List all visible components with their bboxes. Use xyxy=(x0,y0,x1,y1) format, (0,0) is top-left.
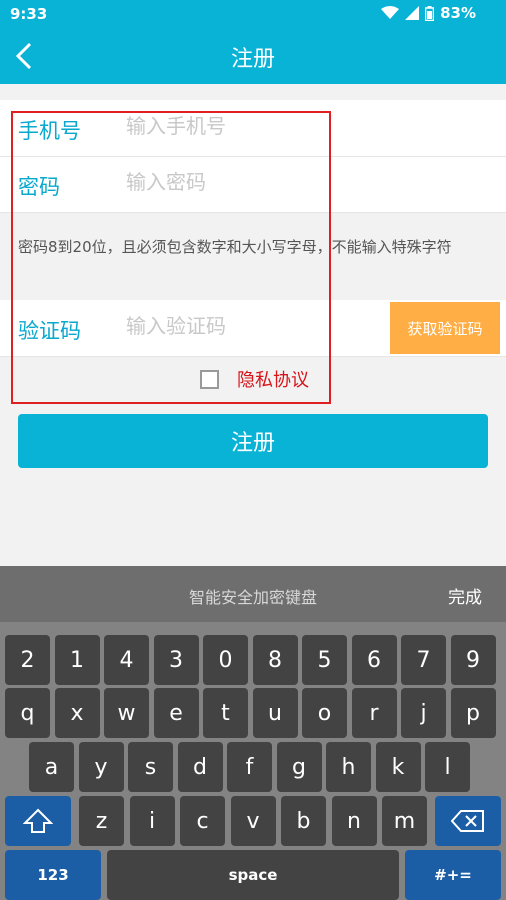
register-button[interactable]: 注册 xyxy=(18,414,488,468)
cell-signal-icon xyxy=(405,6,420,20)
key-m[interactable]: m xyxy=(382,796,427,846)
key-c[interactable]: c xyxy=(180,796,225,846)
key-0[interactable]: 0 xyxy=(203,635,248,685)
mode-123-key[interactable]: 123 xyxy=(5,850,101,900)
key-v[interactable]: v xyxy=(230,796,276,846)
key-k[interactable]: k xyxy=(375,742,421,792)
keyboard-done-button[interactable]: 完成 xyxy=(448,583,482,608)
backspace-key[interactable] xyxy=(435,796,501,846)
password-hint: 密码8到20位，且必须包含数字和大小写字母，不能输入特殊字符 xyxy=(18,238,452,256)
key-9[interactable]: 9 xyxy=(450,635,496,685)
key-d[interactable]: d xyxy=(177,742,223,792)
key-q[interactable]: q xyxy=(5,688,50,738)
phone-input[interactable] xyxy=(126,114,486,138)
key-w[interactable]: w xyxy=(104,688,149,738)
key-s[interactable]: s xyxy=(128,742,173,792)
key-t[interactable]: t xyxy=(203,688,248,738)
key-5[interactable]: 5 xyxy=(302,635,347,685)
privacy-agreement: 隐私协议 xyxy=(200,366,309,392)
key-y[interactable]: y xyxy=(78,742,124,792)
page-title: 注册 xyxy=(230,47,275,72)
password-input[interactable] xyxy=(126,170,486,194)
captcha-label: 验证码 xyxy=(18,319,81,343)
captcha-input[interactable] xyxy=(126,314,376,338)
key-x[interactable]: x xyxy=(54,688,100,738)
status-bar: 9:33 83% xyxy=(0,0,506,28)
key-4[interactable]: 4 xyxy=(104,635,149,685)
key-n[interactable]: n xyxy=(331,796,377,846)
shift-icon xyxy=(23,808,53,833)
backspace-icon xyxy=(451,810,484,832)
key-h[interactable]: h xyxy=(326,742,371,792)
password-label: 密码 xyxy=(18,175,60,199)
key-j[interactable]: j xyxy=(401,688,446,738)
key-8[interactable]: 8 xyxy=(252,635,298,685)
key-g[interactable]: g xyxy=(276,742,322,792)
key-7[interactable]: 7 xyxy=(401,635,446,685)
keyboard-title: 智能安全加密键盘 xyxy=(188,588,317,607)
battery-icon xyxy=(425,5,435,21)
key-1[interactable]: 1 xyxy=(54,635,100,685)
key-o[interactable]: o xyxy=(302,688,347,738)
phone-row: 手机号 xyxy=(0,100,506,157)
status-icons: 83% xyxy=(381,4,476,22)
secure-keyboard: 智能安全加密键盘 完成 2143085679 qxwetuorjp aysdfghk… xyxy=(0,566,506,900)
key-e[interactable]: e xyxy=(153,688,199,738)
battery-percent: 83% xyxy=(440,4,476,22)
key-f[interactable]: f xyxy=(227,742,272,792)
key-p[interactable]: p xyxy=(450,688,496,738)
status-time: 9:33 xyxy=(10,5,48,23)
key-l[interactable]: l xyxy=(425,742,470,792)
space-key[interactable]: space xyxy=(107,850,399,900)
phone-label: 手机号 xyxy=(18,119,81,143)
privacy-checkbox[interactable] xyxy=(200,369,219,389)
key-u[interactable]: u xyxy=(252,688,298,738)
password-row: 密码 xyxy=(0,157,506,213)
get-captcha-button[interactable]: 获取验证码 xyxy=(390,302,500,354)
key-b[interactable]: b xyxy=(281,796,326,846)
wifi-icon xyxy=(381,6,400,19)
captcha-row: 验证码 获取验证码 xyxy=(0,300,506,357)
keyboard-header: 智能安全加密键盘 完成 xyxy=(0,566,506,622)
shift-key[interactable] xyxy=(5,796,71,846)
key-3[interactable]: 3 xyxy=(153,635,199,685)
privacy-link[interactable]: 隐私协议 xyxy=(237,366,309,392)
app-bar: 注册 xyxy=(0,28,506,84)
key-2[interactable]: 2 xyxy=(5,635,50,685)
key-i[interactable]: i xyxy=(129,796,175,846)
key-z[interactable]: z xyxy=(79,796,124,846)
symbols-key[interactable]: #+= xyxy=(405,850,501,900)
key-6[interactable]: 6 xyxy=(351,635,397,685)
key-r[interactable]: r xyxy=(351,688,397,738)
key-a[interactable]: a xyxy=(29,742,74,792)
